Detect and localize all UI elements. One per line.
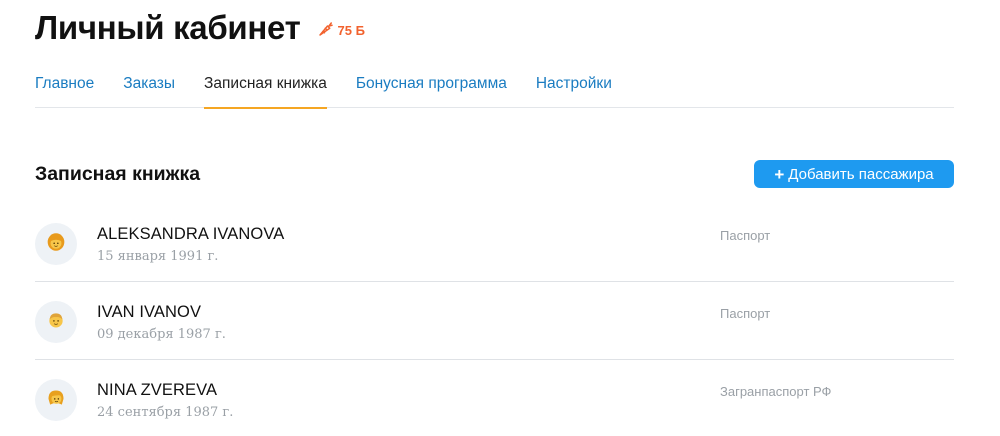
account-tabs: Главное Заказы Записная книжка Бонусная … (35, 70, 954, 109)
tab-orders[interactable]: Заказы (123, 70, 175, 108)
passenger-birth-date: 15 января 1991 г. (97, 249, 219, 264)
passenger-row[interactable]: ALEKSANDRA IVANOVA 15 января 1991 г. Пас… (35, 204, 954, 282)
page-header: Личный кабинет 75 Б (35, 8, 365, 48)
passenger-document: Загранпаспорт РФ (720, 384, 832, 399)
passenger-name: NINA ZVEREVA (97, 381, 218, 399)
section-title: Записная книжка (35, 163, 201, 185)
bonus-points: 75 Б (337, 22, 365, 38)
passenger-document: Паспорт (720, 306, 771, 321)
add-passenger-button[interactable]: + Добавить пассажира (754, 160, 954, 188)
passenger-name: ALEKSANDRA IVANOVA (97, 225, 285, 243)
page-title: Личный кабинет (35, 9, 301, 46)
plus-icon: + (774, 164, 785, 184)
tab-main[interactable]: Главное (35, 70, 94, 108)
woman-avatar-icon (46, 232, 66, 257)
passenger-birth-date: 09 декабря 1987 г. (97, 327, 226, 342)
avatar (35, 301, 77, 343)
avatar (35, 379, 77, 421)
woman-avatar-icon (46, 388, 66, 413)
tab-bonus-program[interactable]: Бонусная программа (356, 70, 507, 108)
tab-settings[interactable]: Настройки (536, 70, 612, 108)
bonus-badge[interactable]: 75 Б (317, 20, 365, 41)
tab-notebook[interactable]: Записная книжка (204, 70, 327, 109)
avatar (35, 223, 77, 265)
passenger-row[interactable]: NINA ZVEREVA 24 сентября 1987 г. Загранп… (35, 360, 954, 436)
carrot-icon (317, 20, 338, 41)
add-passenger-label: Добавить пассажира (788, 165, 934, 183)
passenger-birth-date: 24 сентября 1987 г. (97, 405, 234, 420)
passenger-document: Паспорт (720, 228, 771, 243)
man-avatar-icon (46, 310, 66, 335)
passenger-name: IVAN IVANOV (97, 303, 202, 321)
passenger-list: ALEKSANDRA IVANOVA 15 января 1991 г. Пас… (35, 204, 954, 436)
passenger-row[interactable]: IVAN IVANOV 09 декабря 1987 г. Паспорт (35, 282, 954, 360)
